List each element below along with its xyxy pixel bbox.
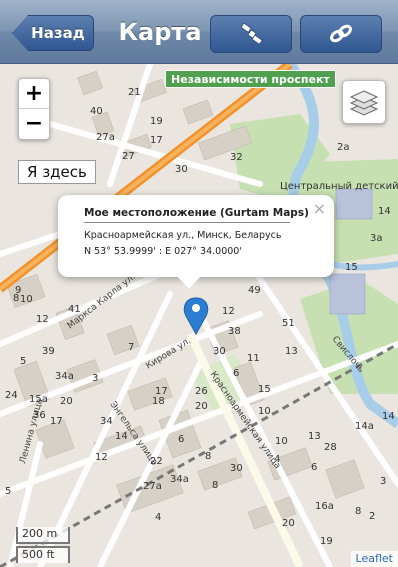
navigation-bar: Назад Карта	[0, 0, 398, 64]
house-number-label: 6	[311, 462, 317, 473]
house-number-label: 6	[233, 368, 239, 379]
house-number-label: 20	[282, 518, 295, 529]
house-number-label: 15	[345, 262, 358, 273]
house-number-label: 20	[195, 401, 208, 412]
house-number-label: 32	[230, 152, 243, 163]
house-number-label: 3	[92, 373, 98, 384]
house-number-label: 18	[152, 396, 165, 407]
house-number-label: 16a	[315, 501, 334, 512]
house-number-label: 4	[274, 454, 280, 465]
house-number-label: 11	[247, 353, 260, 364]
house-number-label: 10	[258, 406, 271, 417]
layers-button[interactable]	[342, 80, 386, 124]
zoom-control: + −	[18, 78, 50, 140]
house-number-label: 12	[222, 306, 235, 317]
house-number-label: 39	[42, 346, 55, 357]
scale-imperial: 500 ft	[16, 546, 70, 563]
location-link-icon	[330, 24, 352, 43]
house-number-label: 14a	[355, 421, 374, 432]
house-number-label: 15a	[29, 394, 48, 405]
popup-coordinates: N 53° 53.9999' : E 027° 34.0000'	[84, 246, 242, 257]
street-badge: Независимости проспект	[165, 70, 336, 88]
house-number-label: 15	[258, 384, 271, 395]
house-number-label: 3a	[370, 233, 383, 244]
house-number-label: 8	[205, 451, 211, 462]
house-number-label: 21	[128, 87, 141, 98]
house-number-label: 12	[36, 314, 49, 325]
attribution-link[interactable]: Leaflet	[350, 551, 398, 567]
popup-title: Мое местоположение (Gurtam Maps)	[84, 207, 309, 219]
house-number-label: 28	[324, 442, 337, 453]
house-number-label: 24	[5, 390, 18, 401]
house-number-label: 14	[382, 411, 395, 422]
house-number-label: 5	[20, 356, 26, 367]
house-number-label: 14	[115, 431, 128, 442]
close-icon[interactable]: ×	[313, 199, 326, 218]
house-number-label: 12	[95, 452, 108, 463]
map-scale: 200 m 500 ft	[16, 527, 70, 563]
house-number-label: 7	[128, 342, 134, 353]
popup-address: Красноармейская ул., Минск, Беларусь	[84, 230, 282, 241]
house-number-label: 49	[248, 285, 261, 296]
house-number-label: 13	[308, 431, 321, 442]
house-number-label: 19	[320, 536, 333, 547]
house-number-label: 2	[369, 511, 375, 522]
poi-label: Центральный детский	[280, 181, 398, 192]
house-number-label: 13	[285, 346, 298, 357]
house-number-label: 27a	[96, 132, 115, 143]
layers-icon	[349, 90, 379, 116]
locate-me-button[interactable]: Я здесь	[18, 160, 96, 184]
house-number-label: 17	[150, 135, 163, 146]
house-number-label: 17	[50, 416, 63, 427]
house-number-label: 10	[20, 294, 33, 305]
house-number-label: 40	[90, 106, 103, 117]
house-number-label: 30	[213, 346, 226, 357]
house-number-label: 36	[33, 410, 46, 421]
house-number-label: 38	[228, 326, 241, 337]
house-number-label: 34a	[170, 474, 189, 485]
house-number-label: 27	[122, 151, 135, 162]
house-number-label: 6	[178, 434, 184, 445]
satellite-button[interactable]	[210, 15, 292, 53]
house-number-label: 4	[155, 512, 161, 523]
location-link-button[interactable]	[300, 15, 382, 53]
back-button[interactable]: Назад	[12, 15, 94, 51]
scale-metric: 200 m	[16, 527, 70, 544]
house-number-label: 34a	[55, 371, 74, 382]
house-number-label: 30	[230, 463, 243, 474]
house-number-label: 30	[175, 164, 188, 175]
house-number-label: 26	[195, 386, 208, 397]
house-number-label: 20	[60, 396, 73, 407]
zoom-out-button[interactable]: −	[19, 109, 49, 139]
house-number-label: 41	[68, 304, 81, 315]
house-number-label: 3	[380, 476, 386, 487]
page-title: Карта	[118, 18, 202, 46]
house-number-label: 14	[378, 206, 391, 217]
house-number-label: 27a	[143, 481, 162, 492]
house-number-label: 8	[355, 506, 361, 517]
house-number-label: 22	[150, 456, 163, 467]
popup-tip	[176, 275, 202, 289]
zoom-in-button[interactable]: +	[19, 79, 49, 109]
popup-divider	[84, 222, 290, 223]
satellite-icon	[240, 22, 263, 45]
street-label: Маркса Карла ул.	[66, 272, 138, 331]
location-popup: × Мое местоположение (Gurtam Maps) Красн…	[58, 195, 334, 289]
house-number-label: 34	[100, 416, 113, 427]
map-view[interactable]: Маркса Карла ул. Кирова ул. Красноармейс…	[0, 64, 398, 567]
map-tiles: Маркса Карла ул. Кирова ул. Красноармейс…	[0, 64, 398, 567]
house-number-label: 2a	[337, 142, 350, 153]
house-number-label: 10	[275, 436, 288, 447]
house-number-label: 19	[150, 116, 163, 127]
house-number-label: 8	[212, 480, 218, 491]
house-number-label: 51	[282, 318, 295, 329]
house-number-label: 5	[5, 486, 11, 497]
